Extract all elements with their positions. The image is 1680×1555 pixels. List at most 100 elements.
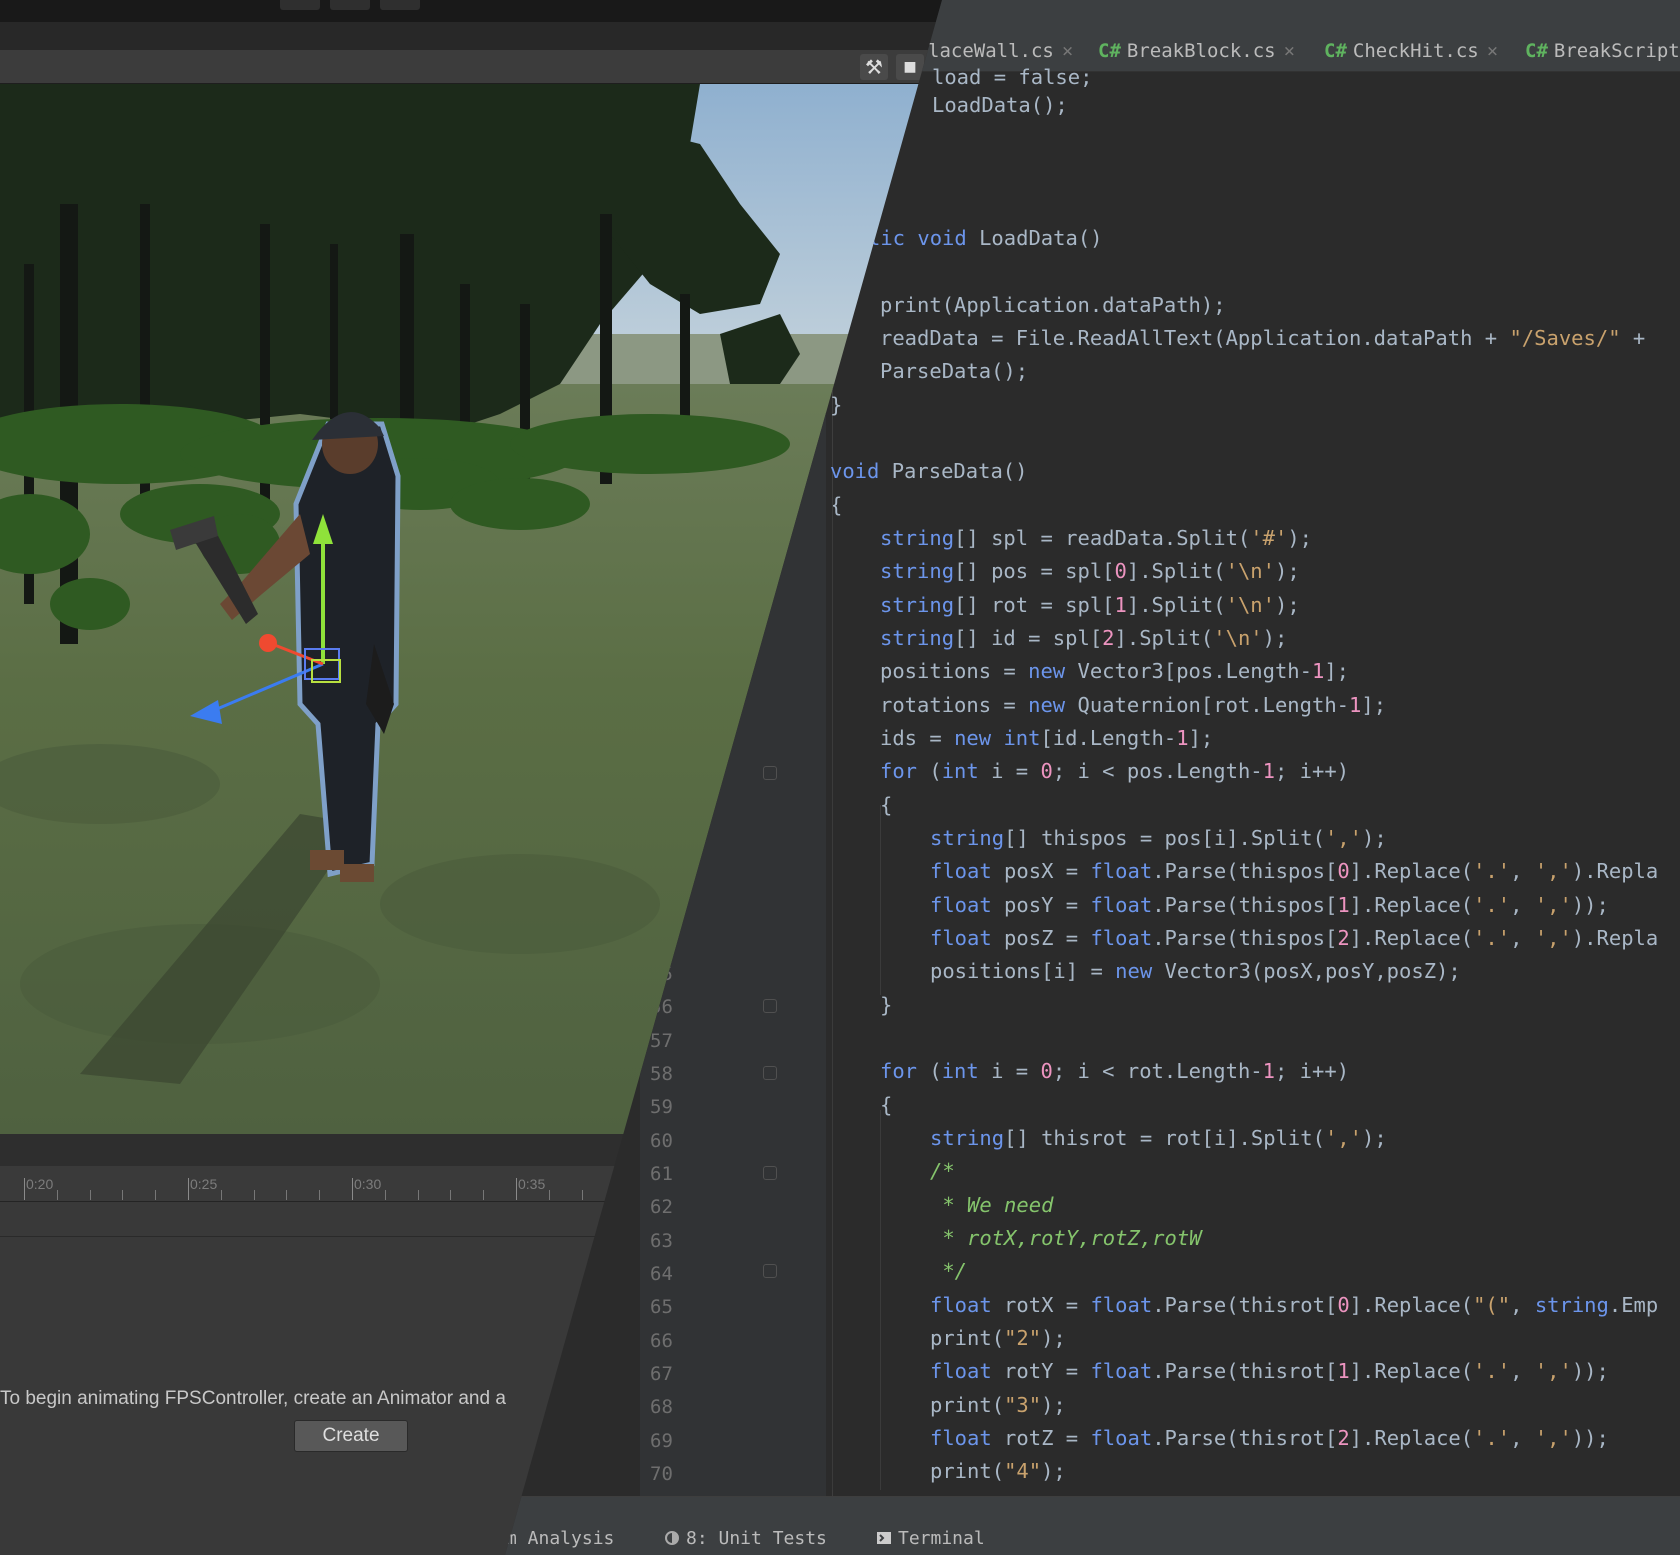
close-tab-icon[interactable]: × (1487, 40, 1498, 62)
line-number: 68 (650, 1396, 673, 1418)
create-button[interactable]: Create (294, 1420, 408, 1452)
line-number: 63 (650, 1230, 673, 1252)
code-line[interactable]: } (830, 390, 842, 420)
timeline-tick (450, 1190, 452, 1200)
code-line[interactable]: void ParseData() (830, 456, 1027, 486)
code-line[interactable]: { (880, 790, 892, 820)
timeline-label: 0:25 (190, 1176, 218, 1192)
code-line[interactable]: float rotX = float.Parse(thisrot[0].Repl… (930, 1290, 1658, 1320)
timeline-tick (581, 1190, 583, 1200)
code-line[interactable]: string[] rot = spl[1].Split('\n'); (880, 590, 1300, 620)
code-line[interactable]: string[] thisrot = rot[i].Split(','); (930, 1123, 1387, 1153)
timeline-tick (122, 1190, 124, 1200)
tab-label: laceWall.cs (928, 40, 1054, 62)
timeline-tick (417, 1190, 419, 1200)
code-line[interactable]: ParseData(); (880, 356, 1028, 386)
fold-marker-icon[interactable] (763, 999, 777, 1013)
timeline-tick (548, 1190, 550, 1200)
editor-tab[interactable]: C# BreakScript (1525, 36, 1680, 66)
code-line[interactable]: for (int i = 0; i < rot.Length-1; i++) (880, 1056, 1349, 1086)
timeline-label: 0:30 (354, 1176, 382, 1192)
fold-marker-icon[interactable] (763, 1264, 777, 1278)
timeline-label: 0:35 (518, 1176, 546, 1192)
code-line[interactable]: LoadData(); (932, 90, 1068, 120)
code-line[interactable]: string[] spl = readData.Split('#'); (880, 523, 1312, 553)
indent-guide (880, 1110, 881, 1490)
code-line[interactable]: for (int i = 0; i < pos.Length-1; i++) (880, 756, 1349, 786)
timeline-tick (384, 1190, 386, 1200)
code-line[interactable]: string[] pos = spl[0].Split('\n'); (880, 556, 1300, 586)
analysis-label: m Analysis (506, 1528, 615, 1549)
timeline-tick (56, 1190, 58, 1200)
terminal-tool-tab[interactable]: Terminal (876, 1528, 985, 1549)
line-number: 64 (650, 1263, 673, 1285)
code-line[interactable]: lic void LoadData() (868, 223, 1103, 253)
code-line[interactable]: float posZ = float.Parse(thispos[2].Repl… (930, 923, 1658, 953)
play-button[interactable] (280, 0, 320, 10)
code-line[interactable]: load = false; (932, 62, 1092, 92)
timeline-tick (516, 1178, 517, 1200)
fold-marker-icon[interactable] (763, 1066, 777, 1080)
line-number: 66 (650, 1330, 673, 1352)
code-line[interactable]: * We need (930, 1190, 1053, 1220)
unit-tests-tool-tab[interactable]: 8: Unit Tests (664, 1528, 827, 1549)
timeline-tick (286, 1190, 288, 1200)
timeline-tick (155, 1190, 157, 1200)
code-line[interactable]: /* (930, 1156, 955, 1186)
editor-tab[interactable]: C# BreakBlock.cs × (1098, 36, 1295, 66)
code-line[interactable]: */ (930, 1256, 967, 1286)
close-tab-icon[interactable]: × (1062, 40, 1073, 62)
timeline-tick (188, 1178, 189, 1200)
timeline-tick (319, 1190, 321, 1200)
code-line[interactable]: float posX = float.Parse(thispos[0].Repl… (930, 856, 1658, 886)
line-number: 59 (650, 1096, 673, 1118)
code-line[interactable]: string[] thispos = pos[i].Split(','); (930, 823, 1387, 853)
animator-hint-text: To begin animating FPSController, create… (0, 1388, 506, 1409)
code-line[interactable]: print("3"); (930, 1390, 1066, 1420)
code-line[interactable]: string[] id = spl[2].Split('\n'); (880, 623, 1287, 653)
line-number: 70 (650, 1463, 673, 1485)
pause-button[interactable] (330, 0, 370, 10)
timeline-tick (352, 1178, 353, 1200)
code-line[interactable]: readData = File.ReadAllText(Application.… (880, 323, 1645, 353)
fold-marker-icon[interactable] (763, 766, 777, 780)
code-line[interactable]: float rotZ = float.Parse(thisrot[2].Repl… (930, 1423, 1609, 1453)
overlay-icon[interactable]: ■ (896, 54, 924, 80)
code-line[interactable]: float rotY = float.Parse(thisrot[1].Repl… (930, 1356, 1609, 1386)
line-number: 62 (650, 1196, 673, 1218)
timeline-label: 0:20 (26, 1176, 54, 1192)
line-number: 57 (650, 1030, 673, 1052)
code-line[interactable]: print("4"); (930, 1456, 1066, 1486)
code-line[interactable]: float posY = float.Parse(thispos[1].Repl… (930, 890, 1609, 920)
analysis-tool-tab[interactable]: m Analysis (506, 1528, 614, 1549)
tab-label: BreakScript (1553, 40, 1680, 62)
terminal-label: Terminal (898, 1528, 985, 1549)
terminal-icon (877, 1532, 891, 1544)
line-number: 65 (650, 1296, 673, 1318)
code-line[interactable]: rotations = new Quaternion[rot.Length-1]… (880, 690, 1386, 720)
code-line[interactable]: print(Application.dataPath); (880, 290, 1226, 320)
fold-marker-icon[interactable] (763, 1166, 777, 1180)
code-line[interactable]: print("2"); (930, 1323, 1066, 1353)
code-line[interactable]: positions[i] = new Vector3(posX,posY,pos… (930, 956, 1461, 986)
close-tab-icon[interactable]: × (1284, 40, 1295, 62)
code-line[interactable]: } (880, 990, 892, 1020)
indent-guide (880, 805, 881, 995)
csharp-file-icon: C# (1098, 40, 1121, 62)
step-button[interactable] (380, 0, 420, 10)
timeline-tick (483, 1190, 485, 1200)
screen: ⚒ ■ 0:20 0:25 0:30 0:35 To begin animati… (0, 0, 1680, 1555)
line-number: 67 (650, 1363, 673, 1385)
tools-icon[interactable]: ⚒ (860, 54, 888, 80)
code-line[interactable]: positions = new Vector3[pos.Length-1]; (880, 656, 1349, 686)
code-line[interactable]: * rotX,rotY,rotZ,rotW (930, 1223, 1201, 1253)
code-line[interactable]: ids = new int[id.Length-1]; (880, 723, 1213, 753)
code-line[interactable]: { (880, 1090, 892, 1120)
timeline-tick (89, 1190, 91, 1200)
line-number: 61 (650, 1163, 673, 1185)
tab-label: BreakBlock.cs (1126, 40, 1276, 62)
unit-tests-label: 8: Unit Tests (686, 1528, 827, 1549)
editor-tab[interactable]: C# CheckHit.cs × (1324, 36, 1498, 66)
unit-tests-icon (665, 1531, 679, 1545)
tab-label: CheckHit.cs (1352, 40, 1479, 62)
